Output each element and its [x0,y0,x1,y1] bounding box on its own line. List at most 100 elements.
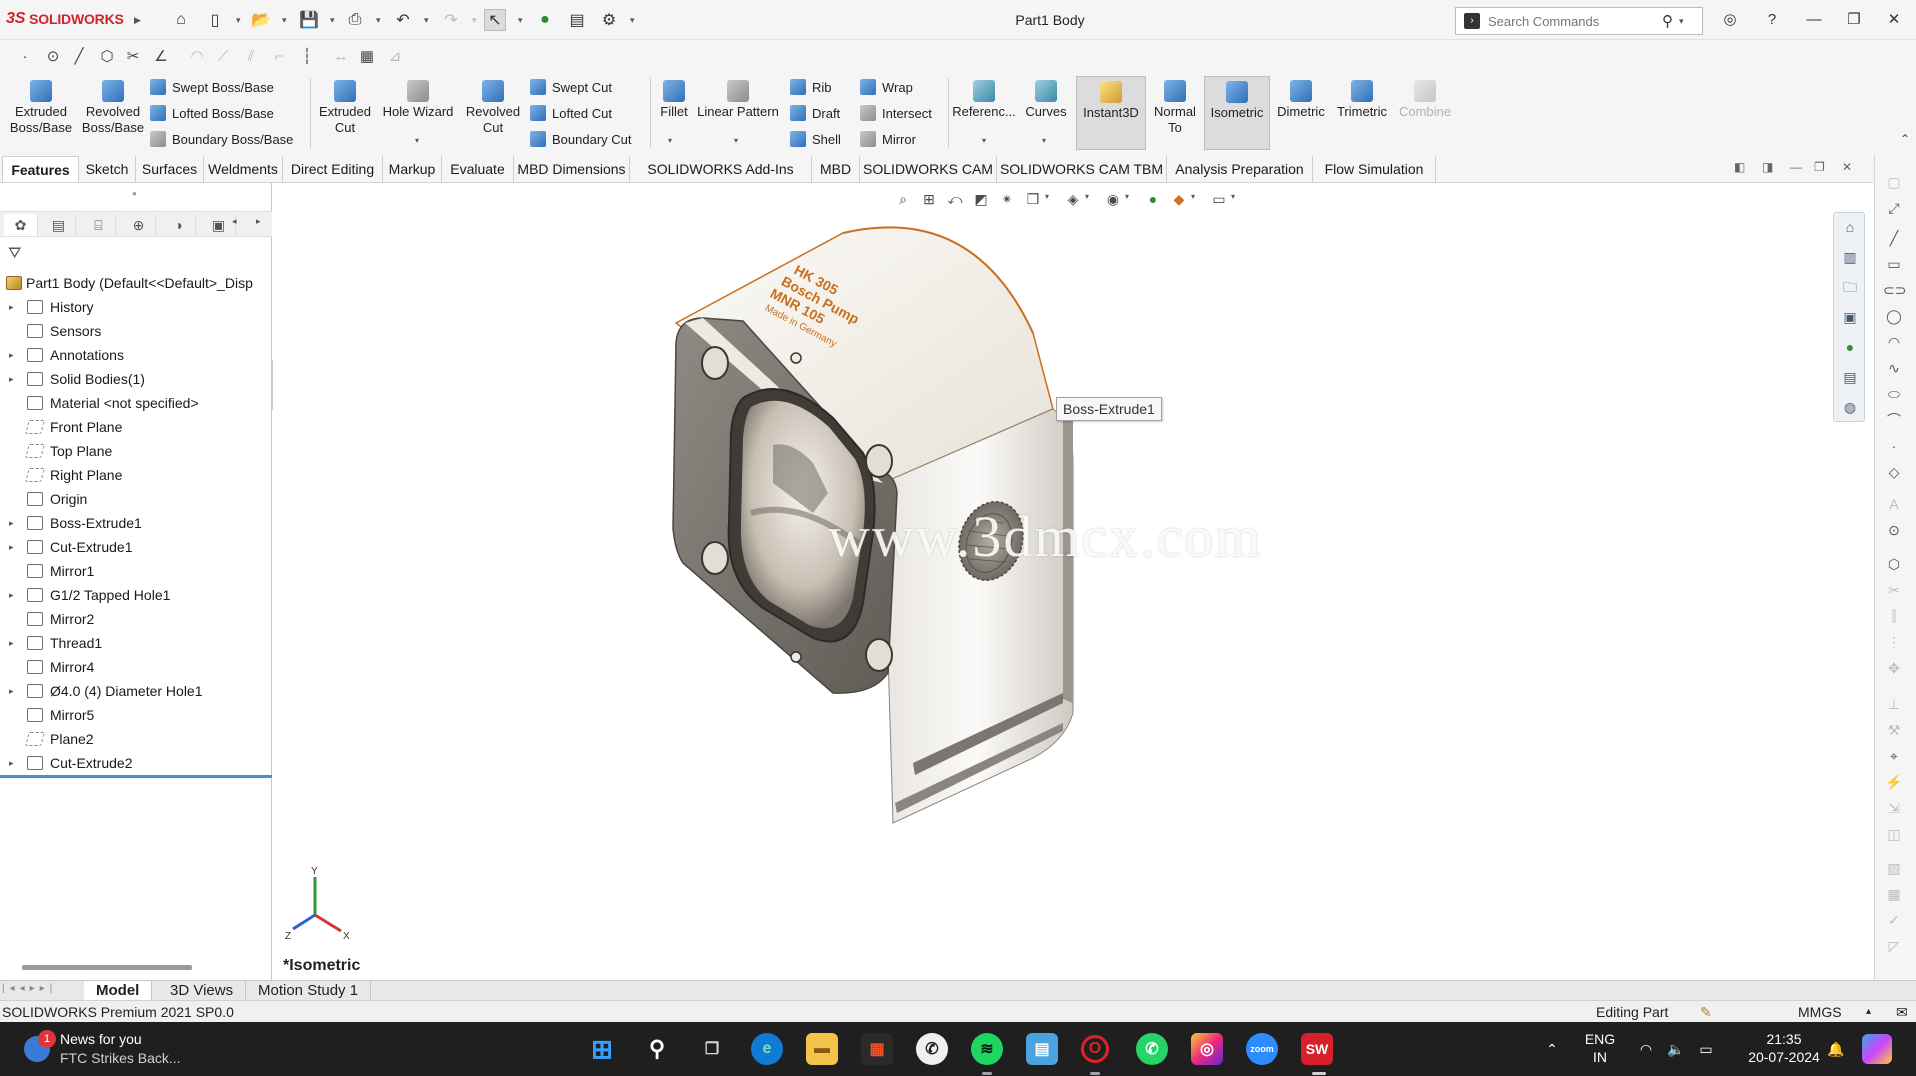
expand-arrow-icon[interactable]: ▸ [9,583,14,607]
sketch-tool-icon[interactable]: ▢ [1883,172,1905,192]
comments-icon[interactable]: ✉ [1896,1001,1908,1023]
rebuild-status-icon[interactable]: ✎ [1700,1001,1712,1023]
save-dropdown-icon[interactable]: ▾ [330,15,335,26]
arc-icon[interactable]: ◠ [186,46,208,68]
property-manager-tab-icon[interactable]: ▤ [42,214,76,236]
isometric-button[interactable]: Isometric [1204,76,1270,150]
slot-tool-icon[interactable]: ⊂⊃ [1883,280,1906,300]
language-indicator[interactable]: ENG IN [1582,1030,1618,1076]
line-icon[interactable]: ╱ [68,46,90,68]
sketch-block-icon[interactable]: ▦ [1883,884,1905,904]
expand-arrow-icon[interactable]: ▸ [9,343,14,367]
file-properties-icon[interactable]: ▤ [566,9,588,31]
panel-grip-icon[interactable]: ● [132,189,137,198]
tab-analysis-preparation[interactable]: Analysis Preparation [1167,156,1313,182]
fillet-button[interactable]: Fillet [654,76,694,150]
copilot-icon[interactable] [1862,1034,1892,1064]
point-icon[interactable]: · [14,46,36,68]
close-window-icon[interactable]: ✕ [1880,8,1908,32]
tab-mbd-dimensions[interactable]: MBD Dimensions [514,156,630,182]
tree-root-part[interactable]: Part1 Body (Default<<Default>_Disp [0,271,272,295]
feature-tree-tab-icon[interactable]: ✿ [4,214,38,236]
battery-icon[interactable]: ▭ [1696,1040,1716,1076]
convert-entities-icon[interactable]: ⊙ [1883,520,1905,540]
repair-sketch-icon[interactable]: ⚒ [1883,720,1905,740]
dimension-icon[interactable]: ↔ [330,46,352,68]
tab-evaluate[interactable]: Evaluate [442,156,514,182]
search-dropdown-icon[interactable]: ▾ [1679,16,1684,27]
open-dropdown-icon[interactable]: ▾ [282,15,287,26]
notifications-bell-icon[interactable]: 🔔 [1826,1040,1846,1076]
trimetric-button[interactable]: Trimetric [1332,76,1392,150]
reference-dropdown-icon[interactable]: ▾ [982,136,986,145]
wifi-icon[interactable]: ◠ [1636,1040,1656,1076]
print-dropdown-icon[interactable]: ▾ [376,15,381,26]
extend-icon[interactable]: ⟋ [212,46,234,68]
linear-sketch-pattern-icon[interactable]: ⋮ [1883,632,1905,652]
plane-tool-icon[interactable]: ◇ [1883,462,1905,482]
print-icon[interactable]: ⎙ [344,9,366,31]
tile-left-icon[interactable]: ◧ [1734,160,1745,174]
design-library-icon[interactable]: ▥ [1840,247,1860,267]
bottom-tab-motion-study-1[interactable]: Motion Study 1 [246,981,372,1001]
rectangle-tool-icon[interactable]: ▭ [1883,254,1905,274]
tab-weldments[interactable]: Weldments [204,156,283,182]
options-gear-icon[interactable]: ⚙ [598,9,620,31]
whatsapp-icon[interactable]: ✆ [1136,1033,1168,1065]
rebuild-traffic-light-icon[interactable]: ● [534,9,556,31]
options-dropdown-icon[interactable]: ▾ [630,15,635,26]
mirror-entities-icon[interactable]: ⫿ [1883,606,1905,626]
opera-browser-icon[interactable]: O [1081,1035,1109,1063]
extruded-boss-button[interactable]: Extruded Boss/Base [6,76,76,150]
tab-solidworks-add-ins[interactable]: SOLIDWORKS Add-Ins [630,156,812,182]
tile-right-icon[interactable]: ◨ [1762,160,1773,174]
open-folder-icon[interactable]: 📂 [250,9,272,31]
text-tool-icon[interactable]: A [1883,494,1905,514]
doc-close-icon[interactable]: ✕ [1842,160,1852,174]
minimize-window-icon[interactable]: — [1800,8,1828,32]
ellipse-tool-icon[interactable]: ⬭ [1883,384,1905,404]
centerline-icon[interactable]: ┆ [296,46,318,68]
expand-arrow-icon[interactable]: ▸ [9,295,14,319]
select-dropdown-icon[interactable]: ▾ [518,15,523,26]
file-explorer-taskbar-icon[interactable]: ▬ [806,1033,838,1065]
clock[interactable]: 21:35 20-07-2024 [1744,1030,1824,1076]
arc-tool-icon[interactable]: ◠ [1883,332,1905,352]
revolved-cut-button[interactable]: Revolved Cut [460,76,526,150]
tree-item-top-plane[interactable]: Top Plane [0,439,272,463]
tree-item-history[interactable]: ▸ History [0,295,272,319]
fillet-tool-icon[interactable]: ⌒ [1883,410,1905,430]
trim-entities-icon[interactable]: ✂ [1883,580,1905,600]
windows-start-icon[interactable]: ⊞ [586,1033,618,1065]
new-dropdown-icon[interactable]: ▾ [236,15,241,26]
filter-icon[interactable]: ⛛ [8,245,21,263]
grid-icon[interactable]: ▦ [356,46,378,68]
tab-markup[interactable]: Markup [383,156,442,182]
expand-arrow-icon[interactable]: ▸ [9,679,14,703]
bottom-tab-3d-views[interactable]: 3D Views [158,981,247,1001]
tree-item-cut-extrude2[interactable]: ▸ Cut-Extrude2 [0,751,272,775]
instagram-icon[interactable]: ◎ [1191,1033,1223,1065]
sketch-picture-icon[interactable]: ▨ [1883,858,1905,878]
microsoft-store-icon[interactable]: ▦ [861,1033,893,1065]
doc-minimize-icon[interactable]: — [1790,160,1802,174]
dimxpert-tab-icon[interactable]: ⊕ [122,214,156,236]
tab-sketch[interactable]: Sketch [79,156,136,182]
show-hidden-icons-icon[interactable]: ⌃ [1544,1040,1560,1076]
pump-body-model[interactable]: HK 305 Bosch Pump MNR 105 Made in German… [273,183,1874,980]
search-commands-box[interactable]: › ⚲ ▾ [1455,7,1703,35]
doc-restore-icon[interactable]: ❐ [1814,160,1825,174]
spotify-icon[interactable]: ≋ [971,1033,1003,1065]
display-manager-tab-icon[interactable]: ◑ [162,214,196,236]
rib-button[interactable]: Rib [790,76,832,98]
help-icon[interactable]: ? [1758,8,1786,32]
tab-features[interactable]: Features [2,156,79,182]
spline-tool-icon[interactable]: ∿ [1883,358,1905,378]
combine-button[interactable]: Combine [1394,76,1456,150]
rollback-bar[interactable] [0,775,272,778]
tree-item-mirror2[interactable]: Mirror2 [0,607,272,631]
boundary-cut-button[interactable]: Boundary Cut [530,128,632,150]
home-icon[interactable]: ⌂ [170,9,192,31]
smart-dimension-icon[interactable]: ⤢ [1883,198,1905,218]
tab-flow-simulation[interactable]: Flow Simulation [1313,156,1436,182]
